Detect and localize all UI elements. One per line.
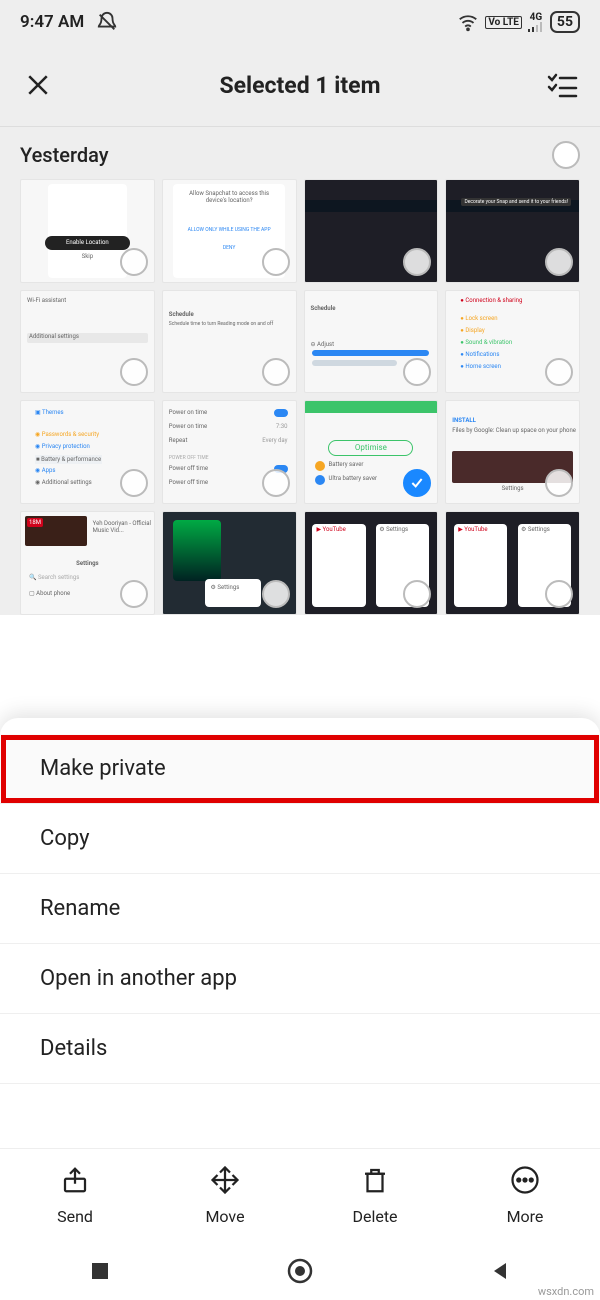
- thumbnail[interactable]: INSTALL Files by Google: Clean up space …: [445, 400, 580, 504]
- menu-copy[interactable]: Copy: [0, 804, 600, 874]
- menu-rename[interactable]: Rename: [0, 874, 600, 944]
- section-label: Yesterday: [20, 143, 109, 167]
- move-label: Move: [205, 1207, 244, 1226]
- recents-nav-button[interactable]: [85, 1256, 115, 1286]
- thumb-checkbox[interactable]: [120, 580, 148, 608]
- move-icon: [210, 1165, 240, 1199]
- thumb-checkbox[interactable]: [403, 358, 431, 386]
- thumb-checkbox[interactable]: [545, 469, 573, 497]
- thumbnail-grid: Enable Location Skip Allow Snapchat to a…: [0, 179, 600, 615]
- bottom-sheet: Make private Copy Rename Open in another…: [0, 718, 600, 1300]
- watermark: wsxdn.com: [538, 1285, 594, 1298]
- thumbnail[interactable]: ▶ YouTube ⚙ Settings: [304, 511, 439, 615]
- thumb-checkbox[interactable]: [545, 248, 573, 276]
- thumbnail[interactable]: ● Connection & sharing ● Lock screen ● D…: [445, 290, 580, 394]
- send-label: Send: [57, 1207, 93, 1226]
- menu-details[interactable]: Details: [0, 1014, 600, 1084]
- status-bar: 9:47 AM Vo LTE 4G 55: [0, 0, 600, 44]
- thumb-checkbox[interactable]: [262, 580, 290, 608]
- thumbnail[interactable]: ⚙ Settings: [162, 511, 297, 615]
- thumbnail[interactable]: ▶ YouTube ⚙ Settings: [445, 511, 580, 615]
- trash-icon: [360, 1165, 390, 1199]
- thumb-checkbox[interactable]: [545, 358, 573, 386]
- signal-icon: [528, 22, 544, 32]
- menu-make-private[interactable]: Make private: [0, 734, 600, 804]
- thumb-checkbox[interactable]: [403, 580, 431, 608]
- menu-list: Make private Copy Rename Open in another…: [0, 718, 600, 1084]
- send-button[interactable]: Send: [35, 1165, 115, 1226]
- page-title: Selected 1 item: [58, 72, 542, 99]
- thumbnail[interactable]: Wi-Fi assistant Additional settings: [20, 290, 155, 394]
- action-bar: Send Move Delete More: [0, 1148, 600, 1242]
- network-label: 4G: [530, 13, 543, 22]
- thumb-checkbox[interactable]: [120, 469, 148, 497]
- thumb-checkbox[interactable]: [262, 358, 290, 386]
- more-label: More: [507, 1207, 544, 1226]
- thumbnail[interactable]: Power on time Power on time7:30 RepeatEv…: [162, 400, 297, 504]
- thumbnail[interactable]: Enable Location Skip: [20, 179, 155, 283]
- thumbnail[interactable]: Optimise Battery saver Ultra battery sav…: [304, 400, 439, 504]
- thumb-checkbox[interactable]: [262, 469, 290, 497]
- back-nav-button[interactable]: [485, 1256, 515, 1286]
- select-all-button[interactable]: [542, 65, 582, 105]
- thumbnail[interactable]: Schedule Schedule time to turn Reading m…: [162, 290, 297, 394]
- thumbnail[interactable]: Decorate your Snap and send it to your f…: [445, 179, 580, 283]
- share-icon: [60, 1165, 90, 1199]
- move-button[interactable]: Move: [185, 1165, 265, 1226]
- thumbnail[interactable]: Schedule ⊖ Adjust: [304, 290, 439, 394]
- thumbnail[interactable]: 18M Yeh Dooriyan - Official Music Vid...…: [20, 511, 155, 615]
- thumb-checkbox[interactable]: [545, 580, 573, 608]
- thumb-checkbox[interactable]: [403, 248, 431, 276]
- thumbnail[interactable]: Allow Snapchat to access this device's l…: [162, 179, 297, 283]
- more-icon: [510, 1165, 540, 1199]
- selection-header: Selected 1 item: [0, 44, 600, 126]
- volte-badge: Vo LTE: [485, 16, 522, 29]
- thumb-checkbox[interactable]: [120, 358, 148, 386]
- more-button[interactable]: More: [485, 1165, 565, 1226]
- battery-indicator: 55: [550, 11, 580, 33]
- section-header: Yesterday: [0, 127, 600, 179]
- section-select-checkbox[interactable]: [552, 141, 580, 169]
- delete-button[interactable]: Delete: [335, 1165, 415, 1226]
- thumbnail[interactable]: [304, 179, 439, 283]
- thumb-checkbox[interactable]: [262, 248, 290, 276]
- close-button[interactable]: [18, 65, 58, 105]
- home-nav-button[interactable]: [285, 1256, 315, 1286]
- wifi-icon: [457, 11, 479, 33]
- thumb-checkbox[interactable]: [120, 248, 148, 276]
- dnd-icon: [96, 11, 118, 33]
- delete-label: Delete: [352, 1207, 397, 1226]
- menu-open-another-app[interactable]: Open in another app: [0, 944, 600, 1014]
- system-nav-bar: [0, 1242, 600, 1300]
- status-time: 9:47 AM: [20, 12, 84, 32]
- thumb-checkbox[interactable]: [403, 469, 431, 497]
- thumbnail[interactable]: ▣ Themes ◉ Passwords & security ◉ Privac…: [20, 400, 155, 504]
